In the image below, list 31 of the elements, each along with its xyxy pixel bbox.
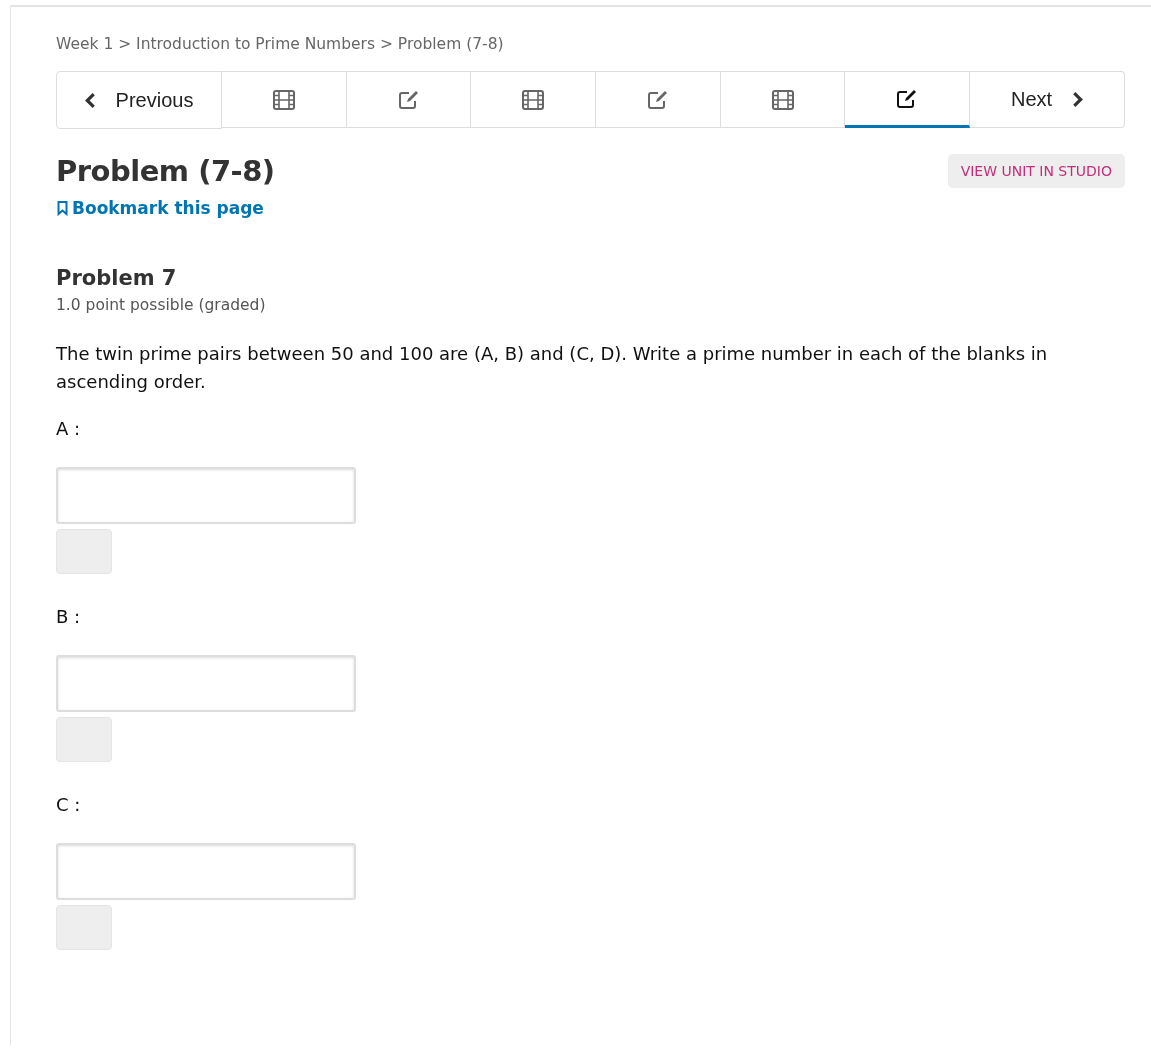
chevron-right-icon [1072, 91, 1084, 108]
previous-button[interactable]: Previous [56, 71, 222, 129]
breadcrumb: Week 1 > Introduction to Prime Numbers > Problem (7-8) [56, 35, 505, 53]
next-button[interactable]: Next [970, 71, 1126, 128]
points-text: 1.0 point possible (graded) [56, 296, 267, 314]
bookmark-icon [56, 200, 69, 216]
unit-tab[interactable] [845, 71, 971, 128]
answer-field[interactable] [56, 843, 356, 900]
status-indicator [56, 905, 112, 950]
film-icon [771, 89, 794, 110]
question-text: The twin prime pairs between 50 and 100 are (A, B) and (C, D). Write a prime number in each of the blanks in ascending order. [56, 342, 1049, 394]
unit-tab[interactable] [222, 71, 347, 128]
edit-icon [896, 88, 919, 109]
status-indicator [56, 717, 112, 762]
status-indicator [56, 529, 112, 574]
answer-field[interactable] [56, 467, 356, 524]
answer-field[interactable] [56, 655, 356, 712]
film-icon [272, 89, 295, 110]
answer-label: C : [56, 794, 82, 815]
edit-icon [646, 89, 669, 110]
answer-label: B : [56, 606, 82, 627]
chevron-left-icon [84, 91, 96, 109]
film-icon [522, 89, 545, 110]
unit-tab[interactable] [471, 71, 596, 128]
edit-icon [397, 89, 420, 110]
problem-title: Problem 7 [56, 266, 178, 290]
answer-label: A : [56, 418, 82, 439]
view-in-studio-button[interactable]: VIEW UNIT IN STUDIO [947, 154, 1125, 188]
page-title: Problem (7-8) [56, 154, 275, 188]
unit-tab[interactable] [720, 71, 846, 128]
bookmark-link[interactable]: Bookmark this page [56, 198, 264, 218]
